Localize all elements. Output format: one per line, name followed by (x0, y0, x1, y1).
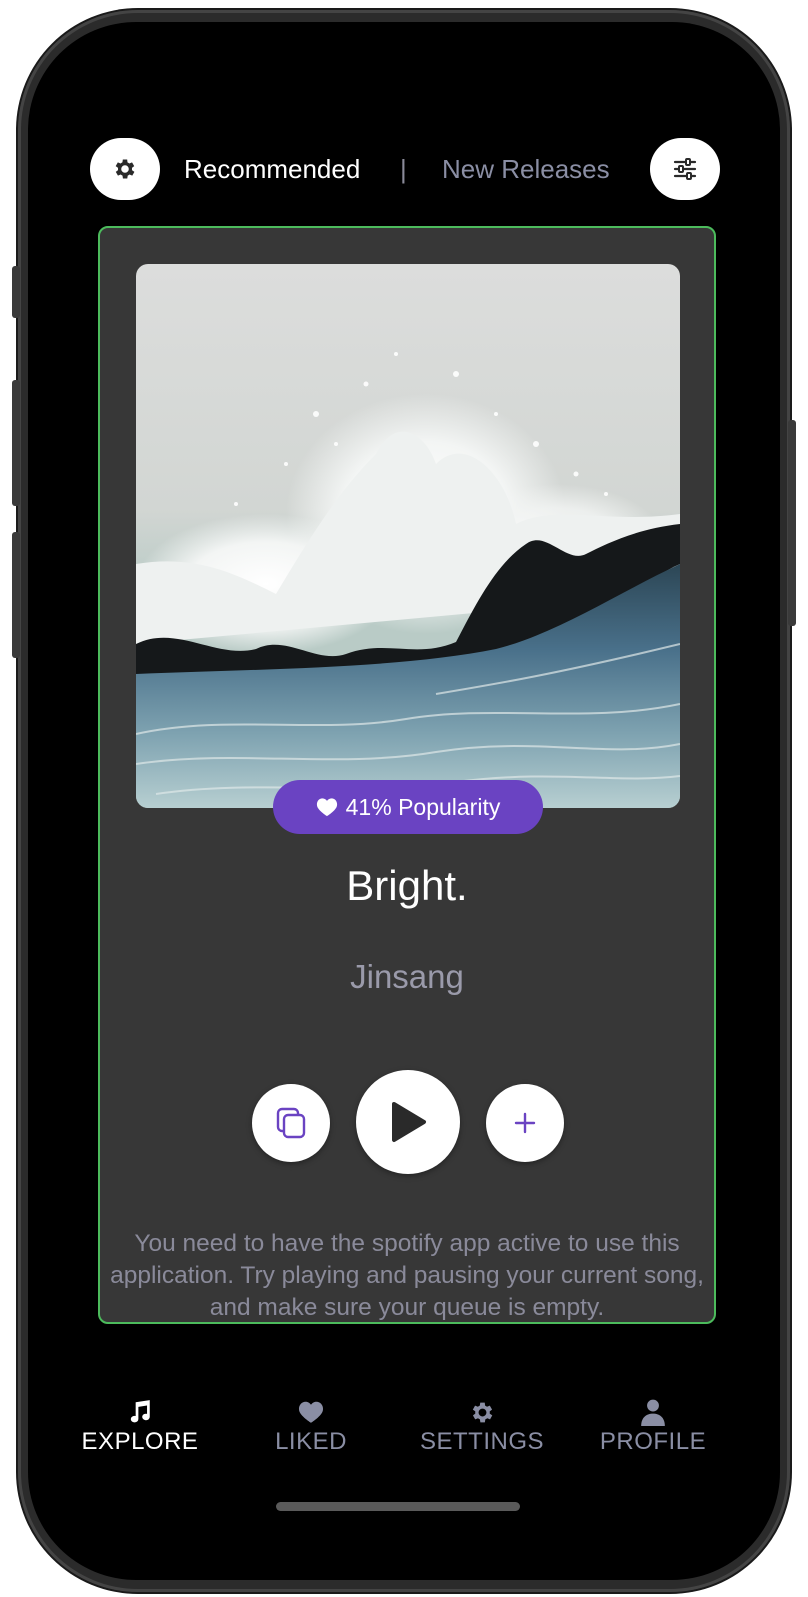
nav-profile[interactable]: PROFILE (568, 1398, 738, 1456)
copy-button[interactable] (252, 1084, 330, 1162)
nav-settings[interactable]: SETTINGS (397, 1398, 567, 1456)
heart-icon (298, 1398, 324, 1426)
copy-icon (276, 1107, 306, 1139)
music-note-icon (127, 1398, 153, 1426)
nav-explore[interactable]: EXPLORE (55, 1398, 225, 1456)
add-button[interactable] (486, 1084, 564, 1162)
home-indicator[interactable] (276, 1502, 520, 1511)
settings-button[interactable] (90, 138, 160, 200)
filter-button[interactable] (650, 138, 720, 200)
play-button[interactable] (356, 1070, 460, 1174)
tab-recommended[interactable]: Recommended (184, 152, 360, 186)
heart-icon (316, 797, 338, 817)
nav-liked[interactable]: LIKED (226, 1398, 396, 1456)
plus-icon (514, 1112, 536, 1134)
phone-volume-up (12, 380, 20, 506)
gear-icon (469, 1398, 496, 1426)
popularity-label: 41% Popularity (345, 793, 501, 820)
person-icon (640, 1398, 666, 1426)
spotify-notice: You need to have the spotify app active … (110, 1230, 704, 1321)
phone-power-button (788, 420, 796, 626)
gear-icon (115, 159, 135, 179)
nav-settings-label: SETTINGS (419, 1428, 544, 1455)
sliders-icon (673, 158, 697, 180)
tab-separator: | (400, 154, 407, 184)
play-icon (392, 1102, 426, 1142)
album-art (136, 264, 680, 808)
artist-name: Jinsang (350, 958, 464, 995)
phone-mute-switch (12, 266, 20, 318)
app-screen: Recommended | New Releases 41% Popularit… (28, 22, 780, 1580)
song-title: Bright. (346, 862, 468, 909)
tab-new-releases[interactable]: New Releases (442, 152, 610, 186)
top-bar: Recommended | New Releases (90, 138, 720, 210)
nav-profile-label: PROFILE (599, 1428, 707, 1455)
popularity-badge: 41% Popularity (273, 780, 543, 834)
nav-liked-label: LIKED (275, 1428, 347, 1455)
bottom-nav: EXPLORE LIKED SETTINGS PROFILE (28, 1398, 780, 1478)
track-card[interactable]: 41% Popularity Bright. Jinsang You need … (98, 226, 716, 1324)
phone-volume-down (12, 532, 20, 658)
nav-explore-label: EXPLORE (81, 1428, 199, 1455)
